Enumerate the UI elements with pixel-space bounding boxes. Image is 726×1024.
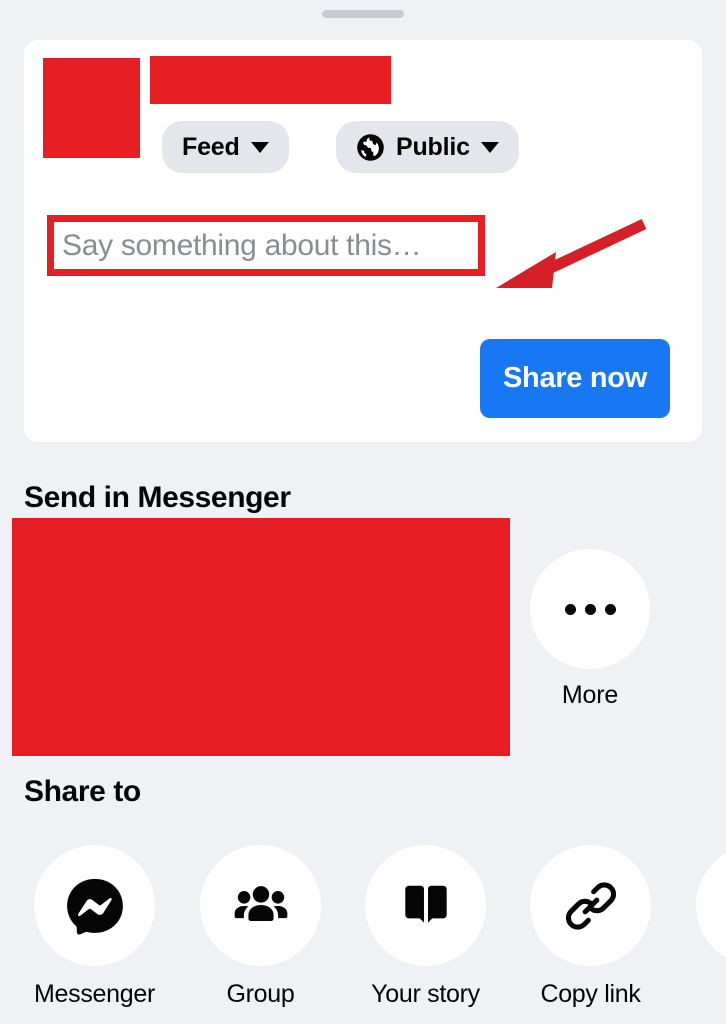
messenger-contacts-redaction <box>12 518 510 756</box>
book-icon <box>365 845 486 966</box>
chevron-down-icon <box>250 141 269 153</box>
sheet-drag-handle[interactable] <box>322 10 404 18</box>
audience-selector[interactable]: Public <box>336 121 519 173</box>
share-target-label: Group <box>226 980 295 1008</box>
post-text-input[interactable]: Say something about this… <box>62 226 422 266</box>
avatar-redaction <box>43 58 140 158</box>
ellipsis-icon <box>564 603 616 615</box>
audience-label: Public <box>396 132 470 161</box>
share-target-group[interactable]: Group <box>178 845 343 1009</box>
share-target-label: Copy link <box>540 980 641 1008</box>
share-target-messenger[interactable]: Messenger <box>12 845 177 1009</box>
more-label: More <box>561 681 619 709</box>
composer-card: Feed Public Say something about this… Sh… <box>24 40 702 442</box>
share-sheet: Feed Public Say something about this… Sh… <box>0 0 726 1024</box>
share-target-overflow[interactable] <box>674 845 726 980</box>
destination-label: Feed <box>182 132 240 161</box>
share-to-row: Messenger Group Your story Copy link <box>0 845 726 1024</box>
share-target-label: Messenger <box>34 980 155 1008</box>
share-target-copy-link[interactable]: Copy link <box>508 845 673 1009</box>
share-to-title: Share to <box>24 775 141 808</box>
chevron-down-icon <box>480 141 499 153</box>
share-now-button[interactable]: Share now <box>480 339 670 418</box>
destination-selector[interactable]: Feed <box>162 121 289 173</box>
group-icon <box>200 845 321 966</box>
annotation-arrow-icon <box>496 219 647 288</box>
link-icon <box>530 845 651 966</box>
more-apps-icon <box>696 845 726 966</box>
share-target-your-story[interactable]: Your story <box>343 845 508 1009</box>
messenger-icon <box>34 845 155 966</box>
globe-icon <box>356 133 385 162</box>
share-target-label: Your story <box>371 980 480 1008</box>
more-button[interactable] <box>530 549 650 669</box>
send-in-messenger-title: Send in Messenger <box>24 481 291 514</box>
profile-name-redaction <box>150 56 391 104</box>
